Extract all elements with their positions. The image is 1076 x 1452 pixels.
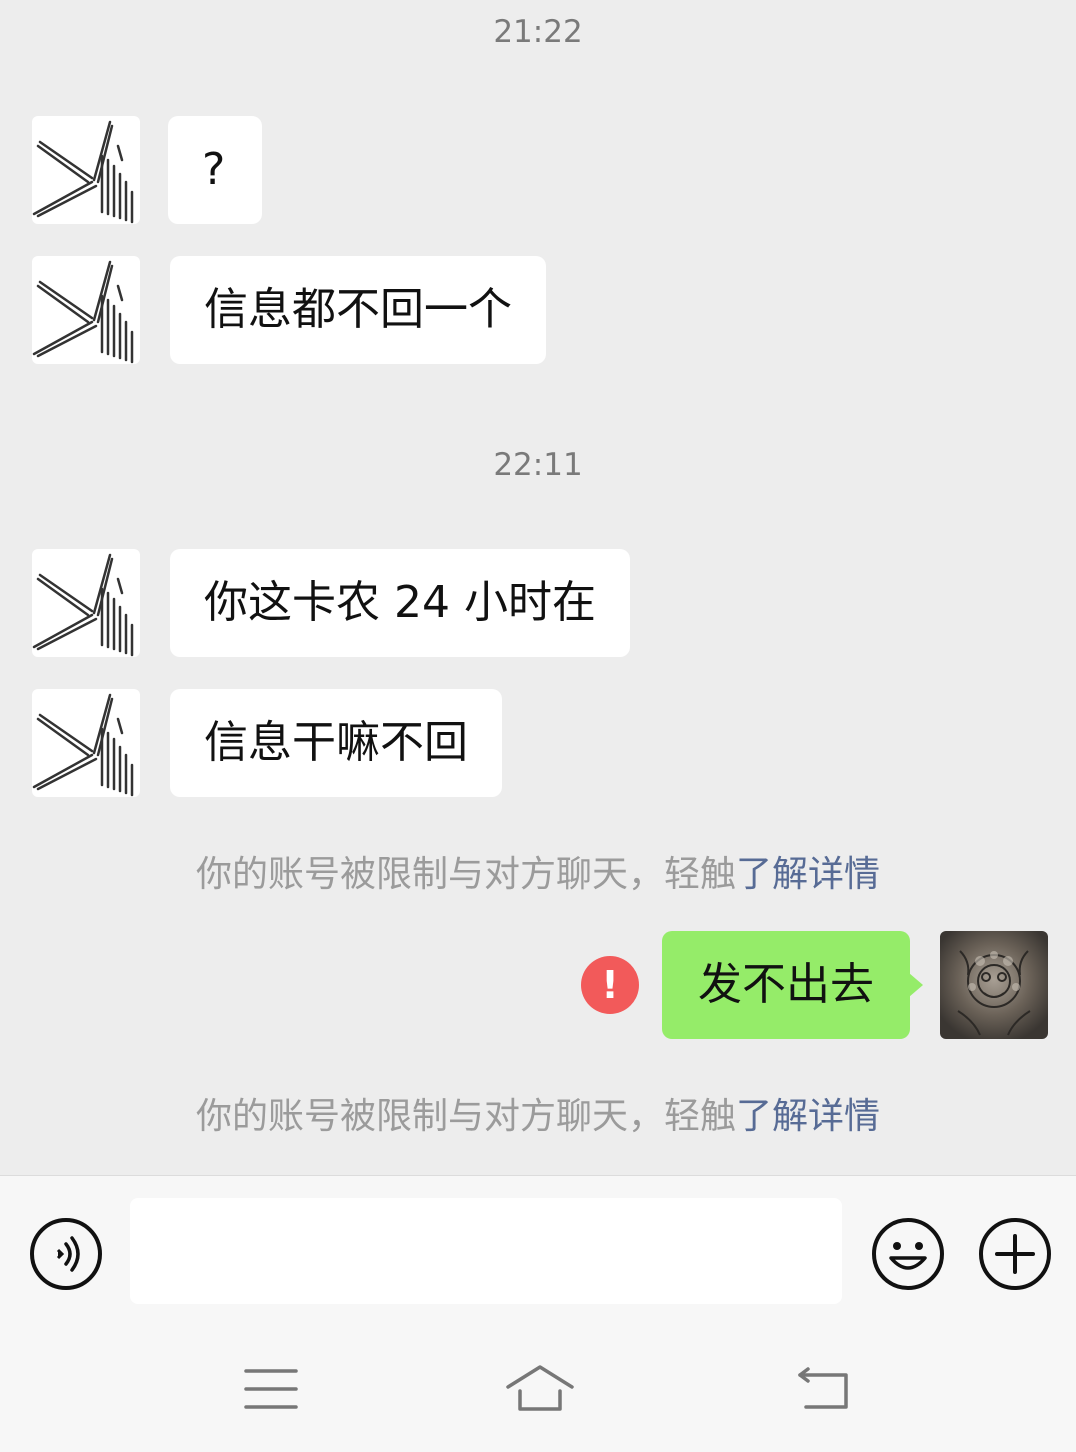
system-nav-bar bbox=[0, 1327, 1076, 1452]
timestamp: 21:22 bbox=[493, 14, 583, 50]
message-bubble[interactable]: 信息干嘛不回 bbox=[170, 689, 502, 797]
message-input[interactable] bbox=[130, 1198, 842, 1304]
contact-avatar[interactable] bbox=[32, 689, 140, 797]
hummingbird-logo-icon bbox=[32, 553, 134, 657]
contact-avatar[interactable] bbox=[32, 549, 140, 657]
hummingbird-logo-icon bbox=[32, 260, 134, 364]
timestamp: 22:11 bbox=[493, 447, 583, 483]
restriction-notice: 你的账号被限制与对方聊天，轻触了解详情 bbox=[0, 845, 1076, 897]
emoji-icon[interactable] bbox=[870, 1216, 946, 1296]
contact-avatar[interactable] bbox=[32, 116, 140, 224]
restriction-notice: 你的账号被限制与对方聊天，轻触了解详情 bbox=[0, 1087, 1076, 1139]
input-bar bbox=[0, 1175, 1076, 1328]
sent-message-bubble[interactable]: 发不出去 bbox=[662, 931, 910, 1039]
self-avatar[interactable] bbox=[940, 931, 1048, 1039]
chat-area: 21:22 ? 信息都不回一个 22:11 你这卡农 24 小时在 信息干嘛不回… bbox=[0, 0, 1076, 1175]
learn-more-link[interactable]: 了解详情 bbox=[736, 1096, 880, 1137]
hummingbird-logo-icon bbox=[32, 120, 134, 224]
message-bubble[interactable]: 信息都不回一个 bbox=[170, 256, 546, 364]
send-failed-icon[interactable]: ! bbox=[581, 956, 639, 1014]
hummingbird-logo-icon bbox=[32, 693, 134, 797]
back-icon[interactable] bbox=[796, 1367, 852, 1417]
contact-avatar[interactable] bbox=[32, 256, 140, 364]
voice-icon[interactable] bbox=[28, 1216, 104, 1296]
notice-text: 你的账号被限制与对方聊天，轻触 bbox=[195, 1096, 736, 1137]
lion-statue-avatar-icon bbox=[940, 931, 1048, 1039]
bubble-tail bbox=[909, 973, 923, 997]
notice-text: 你的账号被限制与对方聊天，轻触 bbox=[195, 854, 736, 895]
plus-icon[interactable] bbox=[977, 1216, 1053, 1296]
home-icon[interactable] bbox=[504, 1363, 576, 1419]
message-bubble[interactable]: ? bbox=[168, 116, 262, 224]
learn-more-link[interactable]: 了解详情 bbox=[736, 854, 880, 895]
menu-icon[interactable] bbox=[244, 1367, 298, 1415]
message-bubble[interactable]: 你这卡农 24 小时在 bbox=[170, 549, 630, 657]
